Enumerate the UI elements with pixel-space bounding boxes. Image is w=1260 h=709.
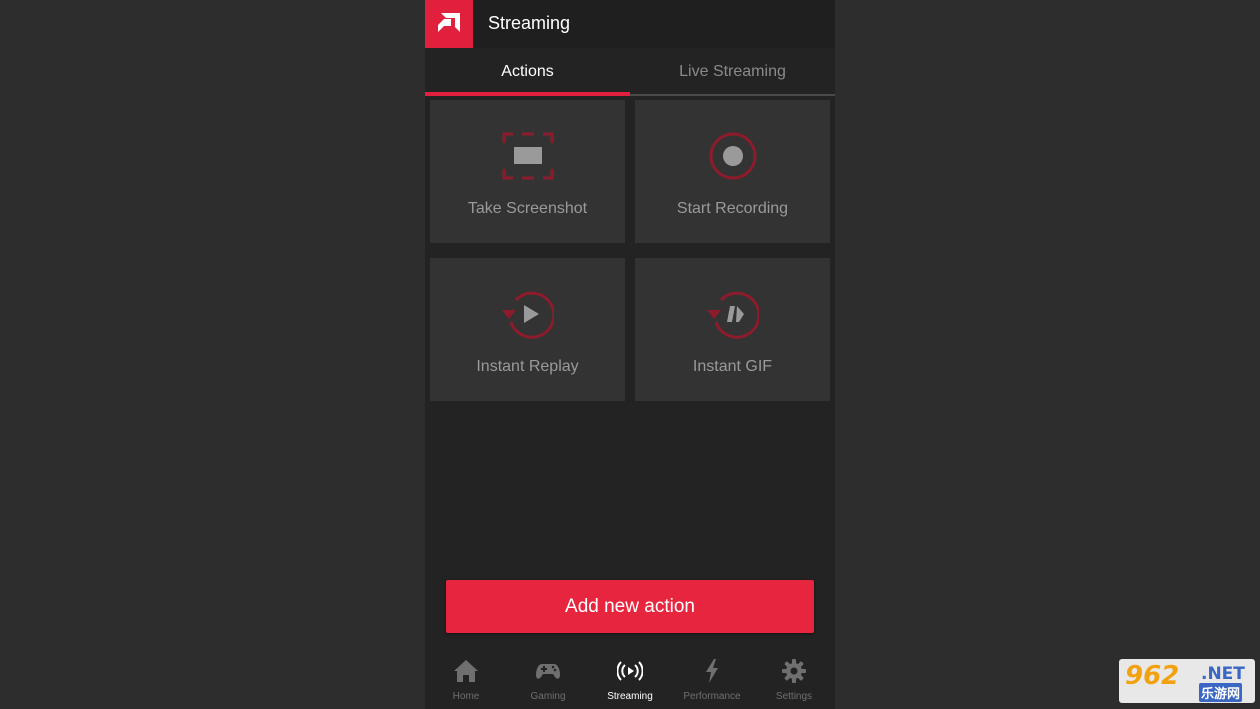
gamepad-icon — [536, 664, 560, 679]
nav-item-home[interactable]: Home — [425, 650, 507, 709]
instant-replay-icon — [502, 288, 556, 340]
nav-label-performance: Performance — [683, 691, 741, 702]
site-watermark-logo: 962 .NET 乐游网 — [1119, 659, 1255, 703]
record-icon — [707, 130, 759, 182]
watermark-number: 962 — [1125, 661, 1180, 691]
nav-item-performance[interactable]: Performance — [671, 650, 753, 709]
nav-label-streaming: Streaming — [607, 691, 653, 702]
add-new-action-button[interactable]: Add new action — [446, 580, 814, 633]
nav-item-settings[interactable]: Settings — [753, 650, 835, 709]
app-header: Streaming — [425, 0, 835, 48]
tab-actions[interactable]: Actions — [425, 48, 630, 96]
nav-label-home: Home — [452, 691, 480, 702]
tab-live-streaming[interactable]: Live Streaming — [630, 48, 835, 96]
screenshot-icon — [502, 130, 554, 182]
broadcast-icon — [617, 661, 643, 681]
instant-replay-label: Instant Replay — [476, 358, 579, 375]
gear-icon — [782, 659, 806, 683]
nav-label-settings: Settings — [775, 691, 813, 702]
take-screenshot-label: Take Screenshot — [467, 200, 588, 217]
instant-gif-label: Instant GIF — [692, 358, 773, 375]
amd-logo-icon — [425, 0, 473, 48]
start-recording-label: Start Recording — [676, 200, 789, 217]
nav-item-streaming[interactable]: Streaming — [589, 650, 671, 709]
tab-divider — [630, 94, 835, 96]
watermark-site-name: 乐游网 — [1199, 683, 1243, 702]
home-icon — [454, 660, 478, 682]
bottom-navigation: Home Gaming Streaming Performance Settin… — [425, 650, 835, 709]
instant-replay-button[interactable]: Instant Replay — [430, 258, 625, 401]
lightning-icon — [706, 659, 718, 683]
app-window: Streaming Actions Live Streaming Take Sc… — [425, 0, 835, 709]
nav-label-gaming: Gaming — [530, 691, 566, 702]
start-recording-button[interactable]: Start Recording — [635, 100, 830, 243]
tab-bar: Actions Live Streaming — [425, 48, 835, 96]
instant-gif-button[interactable]: Instant GIF — [635, 258, 830, 401]
nav-item-gaming[interactable]: Gaming — [507, 650, 589, 709]
watermark-domain: .NET — [1201, 664, 1245, 684]
page-title: Streaming — [488, 13, 571, 33]
take-screenshot-button[interactable]: Take Screenshot — [430, 100, 625, 243]
instant-gif-icon — [707, 288, 761, 340]
active-tab-indicator — [425, 92, 630, 96]
